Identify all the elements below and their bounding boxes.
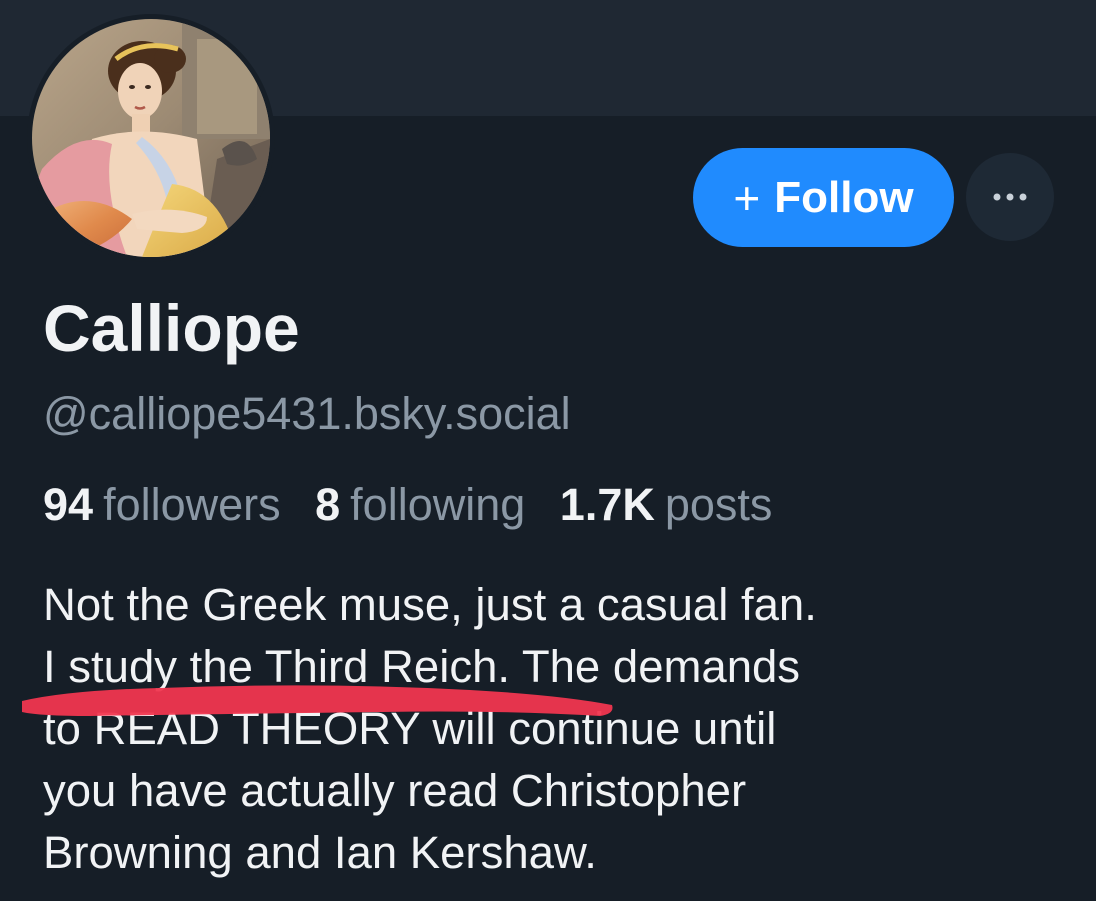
bio-line: I study the Third Reich. The demands — [43, 641, 801, 692]
profile-stats: 94 followers 8 following 1.7K posts — [43, 477, 794, 533]
bio-line: you have actually read Christopher — [43, 765, 747, 816]
follow-button-label: Follow — [774, 172, 914, 222]
avatar[interactable] — [32, 19, 270, 257]
follow-button[interactable]: + Follow — [693, 148, 954, 247]
posts-count: 1.7K — [559, 479, 655, 530]
following-link[interactable]: 8 following — [315, 479, 560, 530]
following-label: following — [350, 479, 526, 530]
posts-stat: 1.7K posts — [560, 479, 795, 530]
posts-label: posts — [664, 479, 773, 530]
followers-link[interactable]: 94 followers — [43, 479, 315, 530]
bio-line: to READ THEORY will continue until — [43, 703, 777, 754]
followers-count: 94 — [43, 479, 94, 530]
profile-page: + Follow Calliope @calliope5431.bsky.soc… — [0, 0, 1096, 901]
ellipsis-icon — [993, 193, 1027, 201]
more-options-button[interactable] — [966, 153, 1054, 241]
plus-icon: + — [733, 171, 761, 224]
display-name: Calliope — [43, 291, 300, 365]
user-handle: @calliope5431.bsky.social — [43, 388, 571, 439]
bio-line: Not the Greek muse, just a casual fan. — [43, 579, 817, 630]
profile-bio: Not the Greek muse, just a casual fan. I… — [43, 574, 1043, 884]
followers-label: followers — [103, 479, 281, 530]
avatar-image — [32, 19, 270, 257]
following-count: 8 — [315, 479, 341, 530]
bio-line: Browning and Ian Kershaw. — [43, 827, 597, 878]
